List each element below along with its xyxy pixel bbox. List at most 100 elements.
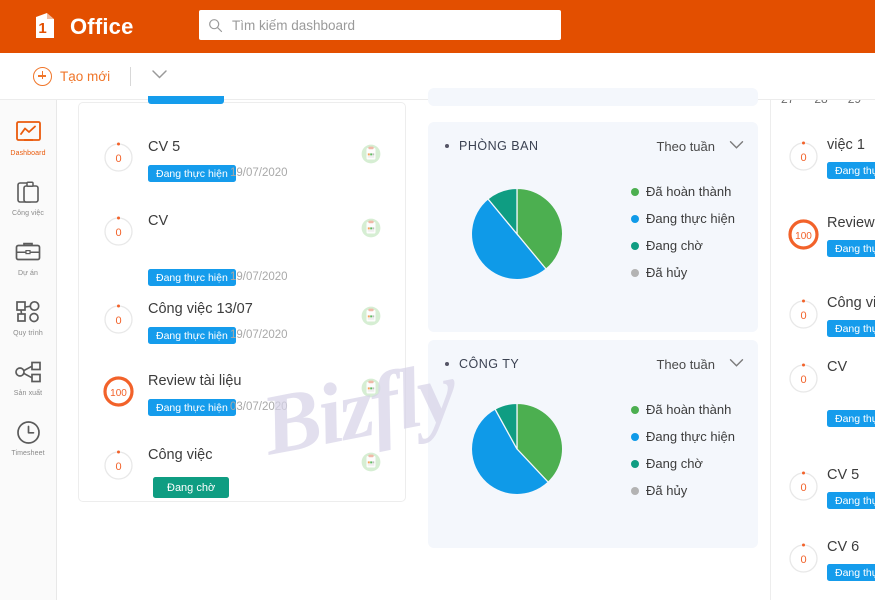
- chevron-down-icon: [729, 355, 744, 373]
- legend-item[interactable]: Đã hủy: [631, 483, 735, 498]
- create-new-button[interactable]: Tạo mới: [33, 66, 110, 86]
- legend-item[interactable]: Đã hủy: [631, 265, 735, 280]
- status-badge[interactable]: Đang thực h: [827, 410, 875, 427]
- progress-ring: 0: [787, 298, 820, 331]
- svg-text:100: 100: [110, 388, 127, 399]
- legend-item[interactable]: Đang thực hiện: [631, 429, 735, 444]
- progress-ring: 0: [102, 449, 135, 482]
- legend-label: Đã hoàn thành: [646, 402, 732, 417]
- task-date: 03/07/2020: [230, 401, 288, 413]
- task-date: 19/07/2020: [230, 271, 288, 283]
- legend-item[interactable]: Đang chờ: [631, 238, 735, 253]
- briefcase-icon: [15, 238, 41, 266]
- task-row[interactable]: 0 Công việc 13/07 Đang thực hiện 19/07/2020: [79, 295, 407, 367]
- sidebar-item-san-xuat[interactable]: Sản xuất: [0, 358, 57, 397]
- sidebar: Dashboard Công việc Dự án Quy trình Sản …: [0, 100, 57, 600]
- task-row[interactable]: 0 Công việc Đang chờ: [79, 441, 407, 513]
- status-badge[interactable]: Đang thực h: [827, 320, 875, 337]
- status-badge[interactable]: Đang thực hiện: [148, 165, 236, 182]
- user-avatar[interactable]: [361, 452, 381, 477]
- task-row[interactable]: 0 CV Đang thực hiện 19/07/2020: [79, 207, 407, 286]
- date-strip: 27 28 29: [771, 100, 875, 108]
- date-label: 27: [781, 100, 794, 108]
- task-title: Công việc: [148, 447, 213, 463]
- task-title: Review tà: [827, 215, 875, 231]
- status-badge[interactable]: Đang thực h: [827, 492, 875, 509]
- chevron-down-icon: [729, 137, 744, 155]
- svg-text:0: 0: [800, 482, 806, 494]
- legend-label: Đã hủy: [646, 483, 688, 498]
- search-input[interactable]: [230, 11, 553, 39]
- user-avatar[interactable]: [361, 306, 381, 331]
- sidebar-item-quy-trinh[interactable]: Quy trình: [0, 298, 57, 337]
- legend-item[interactable]: Đã hoàn thành: [631, 402, 735, 417]
- task-title: Công việ: [827, 295, 875, 311]
- dashboard-chart-icon: [15, 118, 41, 146]
- task-row[interactable]: 0 việc 1 Đang thực h: [771, 132, 875, 204]
- svg-text:0: 0: [115, 153, 121, 165]
- legend-item[interactable]: Đang chờ: [631, 456, 735, 471]
- task-row[interactable]: 100 Review tà Đang thực h: [771, 210, 875, 282]
- search-box[interactable]: [199, 10, 561, 40]
- date-label: 28: [814, 100, 827, 108]
- task-row[interactable]: 0 CV 5 Đang thực h: [771, 462, 875, 534]
- status-badge[interactable]: Đang thực h: [827, 162, 875, 179]
- task-title: CV 5: [148, 139, 181, 155]
- legend-label: Đã hoàn thành: [646, 184, 732, 199]
- plus-circle-icon: [33, 66, 52, 86]
- task-title: CV: [827, 359, 848, 375]
- legend-label: Đang chờ: [646, 456, 703, 471]
- chart-card-phong-ban: PHÒNG BAN Theo tuần Đã hoàn thành Đang th…: [428, 122, 758, 332]
- user-avatar[interactable]: [361, 218, 381, 243]
- legend-item[interactable]: Đã hoàn thành: [631, 184, 735, 199]
- period-selector[interactable]: Theo tuần: [656, 355, 744, 373]
- sidebar-item-cong-viec[interactable]: Công việc: [0, 178, 57, 217]
- legend-label: Đang thực hiện: [646, 429, 735, 444]
- toolbar-divider: [130, 66, 132, 86]
- svg-text:0: 0: [115, 461, 121, 473]
- clipped-status-badge: [148, 96, 224, 104]
- status-badge[interactable]: Đang thực hiện: [148, 399, 236, 416]
- user-avatar[interactable]: [361, 144, 381, 169]
- chart-header: PHÒNG BAN Theo tuần: [428, 122, 758, 170]
- progress-ring: 0: [787, 362, 820, 395]
- svg-text:0: 0: [800, 374, 806, 386]
- sidebar-item-timesheet[interactable]: Timesheet: [0, 418, 57, 457]
- legend-color-dot: [631, 187, 639, 196]
- legend-item[interactable]: Đang thực hiện: [631, 211, 735, 226]
- task-row[interactable]: 0 CV 5 Đang thực hiện 19/07/2020: [79, 133, 407, 205]
- clipboard-icon: [16, 178, 40, 206]
- task-title: Công việc 13/07: [148, 301, 253, 317]
- chart-card-cong-ty: CÔNG TY Theo tuần Đã hoàn thành Đang thực…: [428, 340, 758, 548]
- sidebar-item-dashboard[interactable]: Dashboard: [0, 118, 57, 157]
- status-badge[interactable]: Đang thực h: [827, 564, 875, 581]
- user-avatar[interactable]: [361, 378, 381, 403]
- task-title: CV: [148, 213, 169, 229]
- progress-ring: 0: [787, 542, 820, 575]
- task-row[interactable]: 0 CV 6 Đang thực h: [771, 534, 875, 600]
- task-row[interactable]: 0 Công việ Đang thực h: [771, 290, 875, 362]
- task-title: CV 6: [827, 539, 860, 555]
- task-row[interactable]: 100 Review tài liệu Đang thực hiện 03/07/20…: [79, 367, 407, 439]
- period-selector[interactable]: Theo tuần: [656, 137, 744, 155]
- status-badge[interactable]: Đang thực h: [827, 240, 875, 257]
- chart-legend: Đã hoàn thành Đang thực hiện Đang chờ Đã hủ…: [631, 402, 735, 510]
- brand[interactable]: 1 Office: [30, 11, 134, 43]
- legend-label: Đang thực hiện: [646, 211, 735, 226]
- chart-header: CÔNG TY Theo tuần: [428, 340, 758, 388]
- brand-name: Office: [70, 13, 134, 39]
- chevron-down-icon[interactable]: [151, 67, 168, 85]
- progress-ring: 0: [787, 470, 820, 503]
- status-badge[interactable]: Đang chờ: [153, 477, 230, 498]
- bullet-icon: [445, 144, 449, 148]
- sidebar-item-du-an[interactable]: Dự án: [0, 238, 57, 277]
- svg-text:0: 0: [800, 310, 806, 322]
- status-badge[interactable]: Đang thực hiện: [148, 269, 236, 286]
- legend-color-dot: [631, 214, 639, 223]
- workflow-nodes-icon: [15, 298, 41, 326]
- legend-color-dot: [631, 486, 639, 495]
- status-badge[interactable]: Đang thực hiện: [148, 327, 236, 344]
- task-row[interactable]: 0 CV Đang thực h: [771, 354, 875, 427]
- legend-color-dot: [631, 459, 639, 468]
- legend-label: Đang chờ: [646, 238, 703, 253]
